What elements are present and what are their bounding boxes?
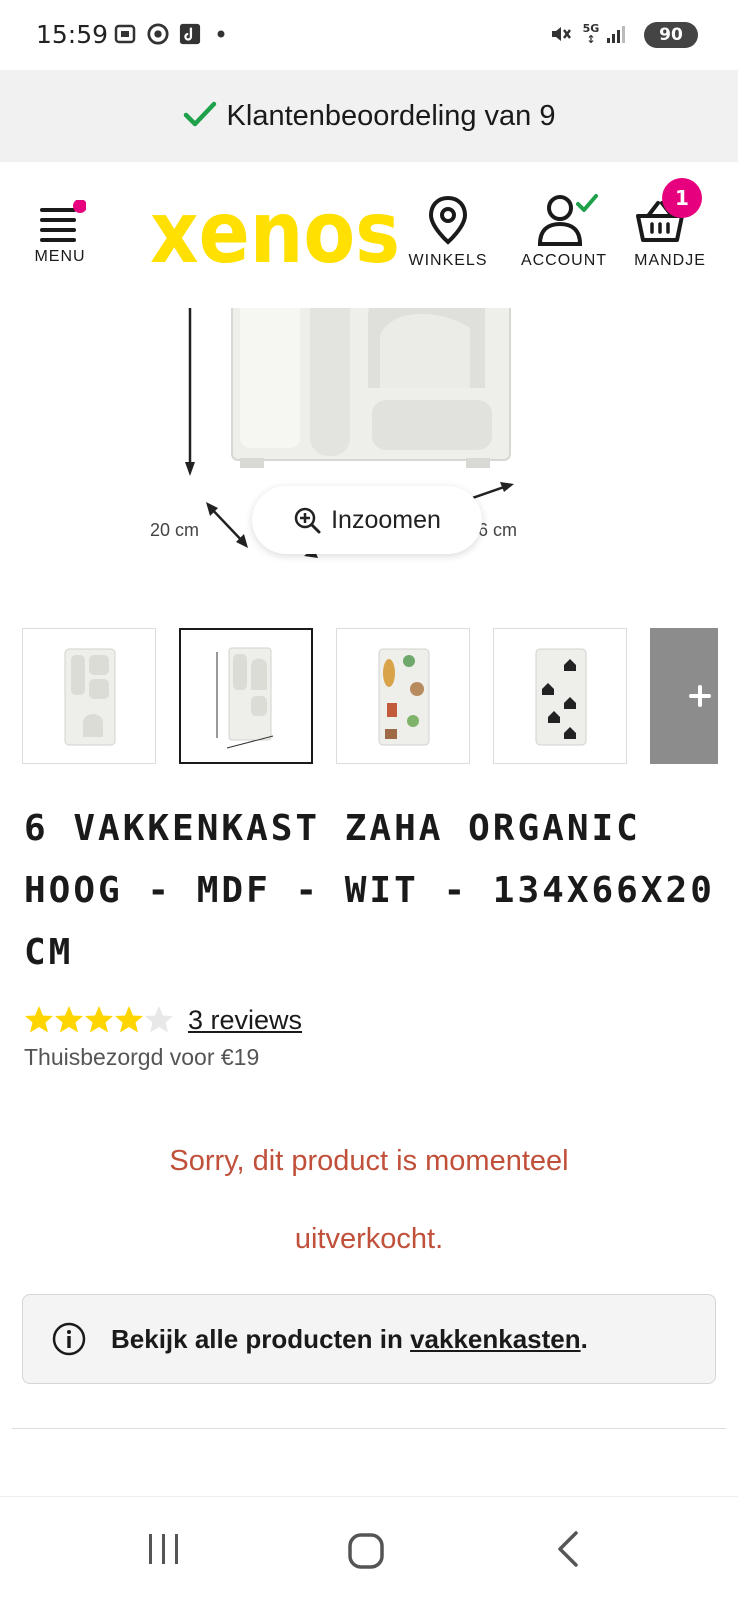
hamburger-icon	[40, 200, 86, 242]
mute-icon	[548, 22, 574, 46]
product-main-image[interactable]: 20 cm 66 cm	[0, 308, 738, 598]
menu-button[interactable]: MENU	[20, 192, 100, 282]
star-icon	[145, 1006, 173, 1033]
status-bar: 15:59 5G ↕ 90	[0, 0, 738, 70]
sold-out-message: Sorry, dit product is momenteel uitverko…	[40, 1122, 698, 1278]
home-icon[interactable]	[346, 1531, 386, 1571]
thumbnail-1[interactable]	[22, 628, 156, 764]
thumbnail-more[interactable]	[650, 628, 718, 764]
cart-count-badge: 1	[662, 178, 702, 218]
logo-text: xenos	[150, 196, 400, 276]
zoom-button[interactable]: Inzoomen	[252, 486, 482, 554]
back-icon[interactable]	[552, 1529, 588, 1569]
network-type: 5G ↕	[582, 22, 600, 46]
account-icon	[537, 194, 598, 246]
thumbnail-4[interactable]	[493, 628, 627, 764]
cabinet-illustration: 20 cm 66 cm	[150, 308, 517, 558]
xenos-logo[interactable]: xenos	[146, 183, 406, 283]
review-banner[interactable]: Klantenbeoordeling van 9	[0, 70, 738, 162]
product-title: 6 VAKKENKAST ZAHA ORGANIC HOOG - MDF - W…	[24, 808, 715, 973]
delivery-info: Thuisbezorgd voor €19	[24, 1044, 260, 1070]
recent-apps-icon[interactable]	[146, 1531, 182, 1567]
category-info-box: Bekijk alle producten in vakkenkasten.	[22, 1294, 716, 1384]
screenshot-icon	[112, 22, 138, 46]
cart-button[interactable]: 1 MANDJE	[628, 174, 728, 290]
signal-icon	[604, 22, 628, 46]
reviews-link[interactable]: 3 reviews	[188, 1005, 302, 1036]
star-icon	[115, 1006, 143, 1033]
sold-out-line-1: Sorry, dit product is momenteel	[169, 1145, 569, 1177]
info-text: Bekijk alle producten in vakkenkasten.	[111, 1324, 588, 1355]
rating-row: 3 reviews	[24, 1000, 302, 1040]
zoom-in-icon	[294, 507, 321, 534]
plus-icon	[689, 685, 711, 707]
tiktok-icon	[178, 22, 202, 46]
thumbnail-image	[216, 647, 274, 749]
android-nav-bar	[0, 1496, 738, 1601]
status-time: 15:59	[36, 20, 109, 49]
cart-count: 1	[675, 186, 689, 210]
sold-out-line-2: uitverkocht.	[294, 1223, 444, 1255]
battery-icon: 90	[644, 22, 698, 48]
star-icon	[25, 1006, 53, 1033]
checkmark-icon	[183, 100, 217, 132]
cart-label: MANDJE	[634, 252, 706, 269]
star-rating	[25, 1006, 173, 1033]
site-header: MENU xenos WINKELS ACCOUNT 1 MANDJE	[0, 162, 738, 308]
info-suffix: .	[580, 1323, 588, 1354]
star-icon	[85, 1006, 113, 1033]
chrome-icon	[146, 22, 170, 46]
stores-label: WINKELS	[408, 252, 488, 269]
account-label: ACCOUNT	[520, 252, 608, 269]
info-icon	[52, 1322, 86, 1356]
stores-button[interactable]: WINKELS	[402, 190, 494, 290]
thumbnail-2[interactable]	[179, 628, 313, 764]
info-prefix: Bekijk alle producten in	[111, 1323, 411, 1354]
menu-label: MENU	[34, 248, 86, 265]
category-link[interactable]: vakkenkasten	[410, 1324, 581, 1354]
zoom-label: Inzoomen	[331, 505, 441, 534]
thumbnail-image	[378, 648, 430, 746]
battery-level: 90	[659, 25, 683, 45]
logo-graphic: xenos	[150, 183, 400, 283]
divider	[12, 1428, 726, 1429]
star-icon	[55, 1006, 83, 1033]
thumbnail-image	[535, 648, 587, 746]
thumbnail-image	[64, 648, 116, 746]
location-pin-icon	[428, 195, 468, 245]
dim-depth-label: 20 cm	[150, 520, 199, 540]
account-button[interactable]: ACCOUNT	[514, 190, 614, 290]
thumbnail-3[interactable]	[336, 628, 470, 764]
review-banner-text: Klantenbeoordeling van 9	[226, 99, 556, 132]
dot-icon	[216, 22, 226, 46]
